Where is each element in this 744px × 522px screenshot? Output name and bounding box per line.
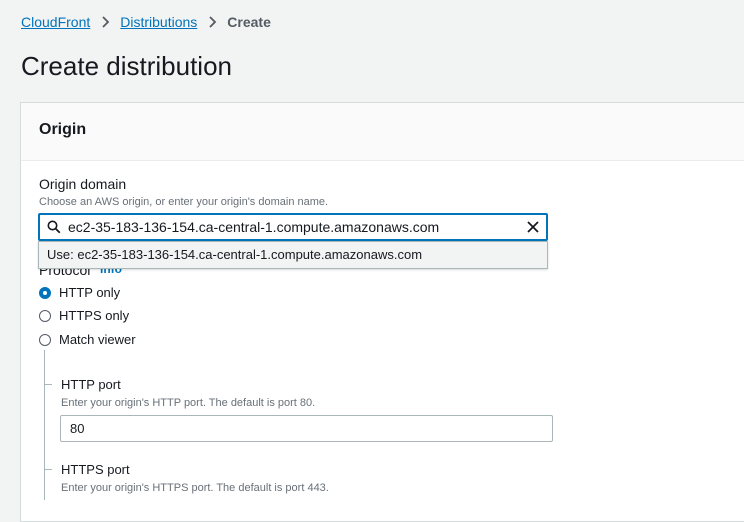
https-port-description: Enter your origin's HTTPS port. The defa… — [61, 482, 329, 494]
protocol-option-label: HTTP only — [59, 285, 121, 300]
nested-field-guide — [44, 350, 45, 500]
http-port-description: Enter your origin's HTTP port. The defau… — [61, 397, 316, 409]
protocol-option-http-only[interactable]: HTTP only — [39, 285, 120, 300]
radio-button[interactable] — [39, 286, 51, 299]
breadcrumb-link-distributions[interactable]: Distributions — [120, 14, 197, 30]
protocol-option-https-only[interactable]: HTTPS only — [39, 308, 129, 323]
breadcrumb-link-cloudfront[interactable]: CloudFront — [21, 14, 90, 30]
protocol-option-label: HTTPS only — [59, 308, 130, 323]
protocol-option-match-viewer[interactable]: Match viewer — [39, 332, 136, 347]
close-icon[interactable] — [526, 220, 540, 239]
http-port-label: HTTP port — [61, 377, 121, 392]
chevron-right-icon — [208, 16, 217, 28]
search-icon — [47, 220, 61, 239]
origin-section-title: Origin — [39, 121, 87, 138]
radio-button[interactable] — [39, 333, 51, 346]
origin-domain-label: Origin domain — [39, 176, 127, 192]
nested-field-tick — [44, 384, 52, 385]
origin-domain-description: Choose an AWS origin, or enter your orig… — [39, 196, 329, 208]
nested-field-tick — [44, 469, 52, 470]
origin-container-header: Origin — [21, 103, 744, 161]
http-port-input[interactable] — [60, 415, 553, 442]
chevron-right-icon — [101, 16, 110, 28]
breadcrumb: CloudFront Distributions Create — [21, 14, 271, 30]
page-title: Create distribution — [21, 51, 232, 81]
protocol-option-label: Match viewer — [59, 332, 136, 347]
https-port-label: HTTPS port — [61, 462, 130, 477]
suggestion-option[interactable]: Use: ec2-35-183-136-154.ca-central-1.com… — [47, 247, 422, 262]
radio-button[interactable] — [39, 309, 51, 322]
origin-domain-input[interactable] — [68, 217, 508, 237]
origin-domain-autosuggest[interactable] — [38, 213, 548, 241]
breadcrumb-current: Create — [227, 14, 271, 30]
origin-domain-suggestions: Use: ec2-35-183-136-154.ca-central-1.com… — [38, 241, 548, 269]
